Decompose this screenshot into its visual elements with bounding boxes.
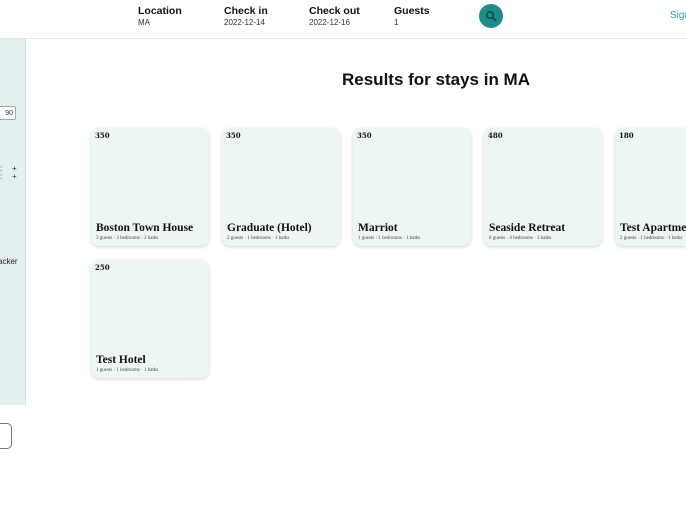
listing-price: 180 [619, 131, 634, 140]
listing-price: 250 [95, 263, 110, 272]
guests-value: 1 [394, 18, 399, 27]
checkout-label: Check out [309, 5, 360, 17]
search-icon [485, 10, 497, 22]
listing-card[interactable]: 350 Marriot 1 guests · 1 bedrooms · 1 ba… [353, 128, 471, 246]
checkout-value: 2022-12-16 [309, 18, 350, 27]
listing-price: 350 [95, 131, 110, 140]
checkout-field[interactable]: Check out 2022-12-16 [309, 5, 360, 28]
listing-name: Boston Town House [96, 222, 194, 234]
page-title: Results for stays in MA [342, 70, 530, 89]
checkin-label: Check in [224, 5, 268, 17]
plus-icon[interactable]: + [12, 172, 17, 181]
listing-card[interactable]: 180 Test Apartment 2 guests · 1 bedrooms… [615, 128, 686, 246]
listing-price: 350 [226, 131, 241, 140]
listing-name: Marriot [358, 222, 398, 234]
listing-details: 2 guests · 1 bedrooms · 1 baths [620, 236, 683, 241]
listing-price: 350 [357, 131, 372, 140]
listing-card[interactable]: 350 Graduate (Hotel) 2 guests · 1 bedroo… [222, 128, 340, 246]
guests-stepper-edge: :: [0, 164, 3, 181]
listing-name: Seaside Retreat [489, 222, 566, 234]
listing-name: Graduate (Hotel) [227, 222, 312, 234]
max-price-input[interactable]: 90 [0, 106, 16, 120]
checkin-value: 2022-12-14 [224, 18, 265, 27]
location-label: Location [138, 5, 182, 17]
listing-name: Test Hotel [96, 354, 146, 366]
sidebar-filter-label: acker [0, 257, 18, 266]
guests-label: Guests [394, 5, 430, 17]
listing-details: 1 guests · 1 bedrooms · 1 baths [96, 368, 159, 373]
listing-details: 8 guests · 4 bedrooms · 3 baths [489, 236, 552, 241]
listing-card[interactable]: 480 Seaside Retreat 8 guests · 4 bedroom… [484, 128, 602, 246]
sign-in-link[interactable]: Sign [670, 10, 686, 21]
top-search-bar: Location MA Check in 2022-12-14 Check ou… [0, 0, 686, 39]
listing-card[interactable]: 250 Test Hotel 1 guests · 1 bedrooms · 1… [91, 260, 209, 378]
listing-details: 3 guests · 3 bedrooms · 2 baths [96, 236, 159, 241]
listing-details: 1 guests · 1 bedrooms · 1 baths [358, 236, 421, 241]
listing-price: 480 [488, 131, 503, 140]
guests-field[interactable]: Guests 1 [394, 5, 430, 28]
location-field[interactable]: Location MA [138, 5, 182, 28]
listing-details: 2 guests · 1 bedrooms · 1 baths [227, 236, 290, 241]
guests-stepper[interactable]: + + [12, 165, 17, 181]
checkin-field[interactable]: Check in 2022-12-14 [224, 5, 268, 28]
listing-name: Test Apartment [620, 222, 686, 234]
apply-filter-button[interactable] [0, 423, 12, 449]
filter-sidebar: 90 :: + + acker t [0, 39, 26, 405]
search-button[interactable] [479, 4, 503, 28]
location-value: MA [138, 18, 150, 27]
listing-card[interactable]: 350 Boston Town House 3 guests · 3 bedro… [91, 128, 209, 246]
